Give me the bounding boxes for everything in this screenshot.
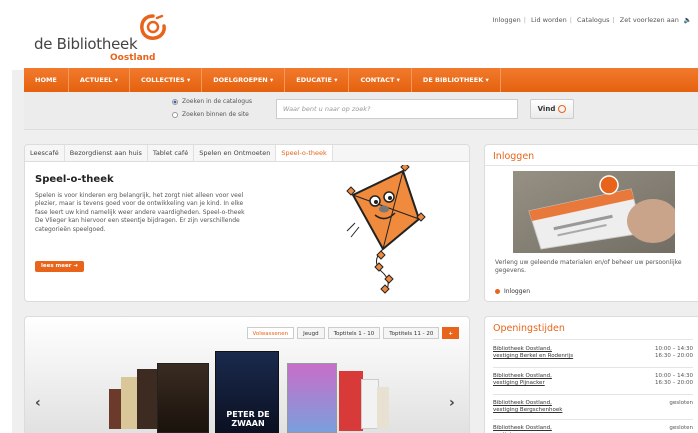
opening-row: Bibliotheek Oostland, vestiging Bergsche… [493,400,693,414]
radio-catalogue[interactable] [172,98,178,105]
tab-bezorgdienst[interactable]: Bezorgdienst aan huis [65,145,148,161]
nav-item-collecties[interactable]: COLLECTIES ▾ [130,68,203,92]
logo-subtitle: Oostland [110,53,156,63]
feature-title: Speel-o-theek [35,174,114,185]
feature-text: Spelen is voor kinderen erg belangrijk, … [35,192,245,233]
login-box: Inloggen Verleng uw geleende materialen … [484,144,698,302]
chevron-down-icon: ▾ [269,76,274,84]
top-links: Inloggen | Lid worden | Catalogus | Zet voo… [492,16,692,24]
opening-time: 16:30 – 20:00 [655,353,693,359]
opening-time: 10:00 – 14:30 [655,346,693,352]
tab-toptitels-11-20[interactable]: Toptitels 11 - 20 [383,327,440,339]
nav-item-actueel[interactable]: ACTUEEL ▾ [69,68,130,92]
radio-catalogue-row[interactable]: Zoeken in de catalogus [172,98,252,105]
header: de Bibliotheek Oostland Inloggen | Lid wo… [12,0,698,70]
opening-row: Bibliotheek Oostland, vestiging gesloten [493,425,693,433]
book-cover[interactable] [137,369,157,429]
top-link-login[interactable]: Inloggen [493,16,521,24]
chevron-down-icon: ▾ [396,76,400,84]
search-button-label: Vind [537,105,556,113]
search-input[interactable]: Waar bent u naar op zoek? [276,99,518,119]
book-cover[interactable] [287,363,337,433]
branch-link[interactable]: Bibliotheek Oostland, vestiging Pijnacke… [493,373,577,387]
bullet-icon [495,289,500,294]
divider [485,165,698,166]
login-link[interactable]: Inloggen [495,288,530,295]
nav-item-de-bibliotheek[interactable]: DE BIBLIOTHEEK ▾ [412,68,501,92]
carousel-tabs: Volwassenen Jeugd Toptitels 1 - 10 Topti… [246,327,459,339]
opening-time: 16:30 – 20:00 [655,380,693,386]
radio-catalogue-label: Zoeken in de catalogus [182,98,252,105]
chevron-down-icon: ▾ [186,76,191,84]
radio-site-row[interactable]: Zoeken binnen de site [172,111,249,118]
tab-jeugd[interactable]: Jeugd [297,327,325,339]
main-navigation: HOME ACTUEEL ▾ COLLECTIES ▾ DOELGROEPEN … [24,68,698,92]
top-link-catalogue[interactable]: Catalogus [577,16,609,24]
radio-site[interactable] [172,111,178,118]
search-button[interactable]: Vind [530,99,574,119]
login-link-label: Inloggen [504,288,531,295]
nav-item-doelgroepen[interactable]: DOELGROEPEN ▾ [202,68,286,92]
logo-text[interactable]: de Bibliotheek [34,35,138,53]
login-box-title: Inloggen [493,151,535,162]
feature-box: Leescafé Bezorgdienst aan huis Tablet ca… [24,144,470,302]
divider [493,419,693,420]
opening-row: Bibliotheek Oostland, vestiging Berkel e… [493,346,693,360]
book-cover[interactable] [157,363,209,433]
kite-illustration [346,165,426,294]
opening-hours-box: Openingstijden Bibliotheek Oostland, ves… [484,316,698,433]
opening-hours-title: Openingstijden [493,323,565,334]
tab-tablet-cafe[interactable]: Tablet café [148,145,195,161]
branch-link[interactable]: Bibliotheek Oostland, vestiging [493,425,577,433]
opening-time: gesloten [669,425,693,431]
book-cover[interactable] [377,387,389,429]
branch-link[interactable]: Bibliotheek Oostland, vestiging Bergsche… [493,400,577,414]
arrow-right-icon: ➜ [73,263,78,269]
login-text: Verleng uw geleende materialen en/of beh… [495,259,682,275]
speaker-icon[interactable]: 🔈 [684,16,692,24]
tab-volwassenen[interactable]: Volwassenen [246,327,295,339]
tab-leescafe[interactable]: Leescafé [25,145,65,161]
search-icon [558,105,567,113]
feature-tabs: Leescafé Bezorgdienst aan huis Tablet ca… [25,145,469,162]
divider [493,367,693,368]
tab-toptitels-1-10[interactable]: Toptitels 1 - 10 [327,327,381,339]
top-link-membership[interactable]: Lid worden [531,16,567,24]
opening-time: gesloten [669,400,693,406]
opening-row: Bibliotheek Oostland, vestiging Pijnacke… [493,373,693,387]
library-logo-icon[interactable] [140,14,166,40]
tab-speel-o-theek[interactable]: Speel-o-theek [276,145,333,161]
search-bar: Zoeken in de catalogus Zoeken binnen de … [24,92,698,130]
book-cover-peter-de-zwaan[interactable]: PETER DE ZWAAN [215,351,279,433]
read-more-label: lees meer [41,263,72,269]
opening-time: 10:00 – 14:30 [655,373,693,379]
chevron-left-icon[interactable]: ‹ [35,395,41,411]
book-carousel: Volwassenen Jeugd Toptitels 1 - 10 Topti… [24,316,470,433]
nav-item-educatie[interactable]: EDUCATIE ▾ [285,68,350,92]
divider [493,339,693,340]
chevron-down-icon: ▾ [334,76,338,84]
read-more-button[interactable]: lees meer ➜ [35,261,84,272]
radio-site-label: Zoeken binnen de site [182,111,249,118]
tab-spelen-ontmoeten[interactable]: Spelen en Ontmoeten [194,145,277,161]
library-card-photo [513,171,675,253]
top-link-read-aloud[interactable]: Zet voorlezen aan [620,16,679,24]
chevron-right-icon[interactable]: › [449,395,455,411]
branch-link[interactable]: Bibliotheek Oostland, vestiging Berkel e… [493,346,577,360]
book-title: PETER DE ZWAAN [226,410,270,428]
chevron-down-icon: ▾ [114,76,118,84]
book-cover[interactable] [339,371,363,431]
divider [493,394,693,395]
chevron-down-icon: ▾ [485,76,489,84]
nav-item-contact[interactable]: CONTACT ▾ [349,68,412,92]
nav-item-home[interactable]: HOME [24,68,69,92]
page: de Bibliotheek Oostland Inloggen | Lid wo… [12,0,698,433]
plus-icon[interactable]: + [442,327,459,339]
